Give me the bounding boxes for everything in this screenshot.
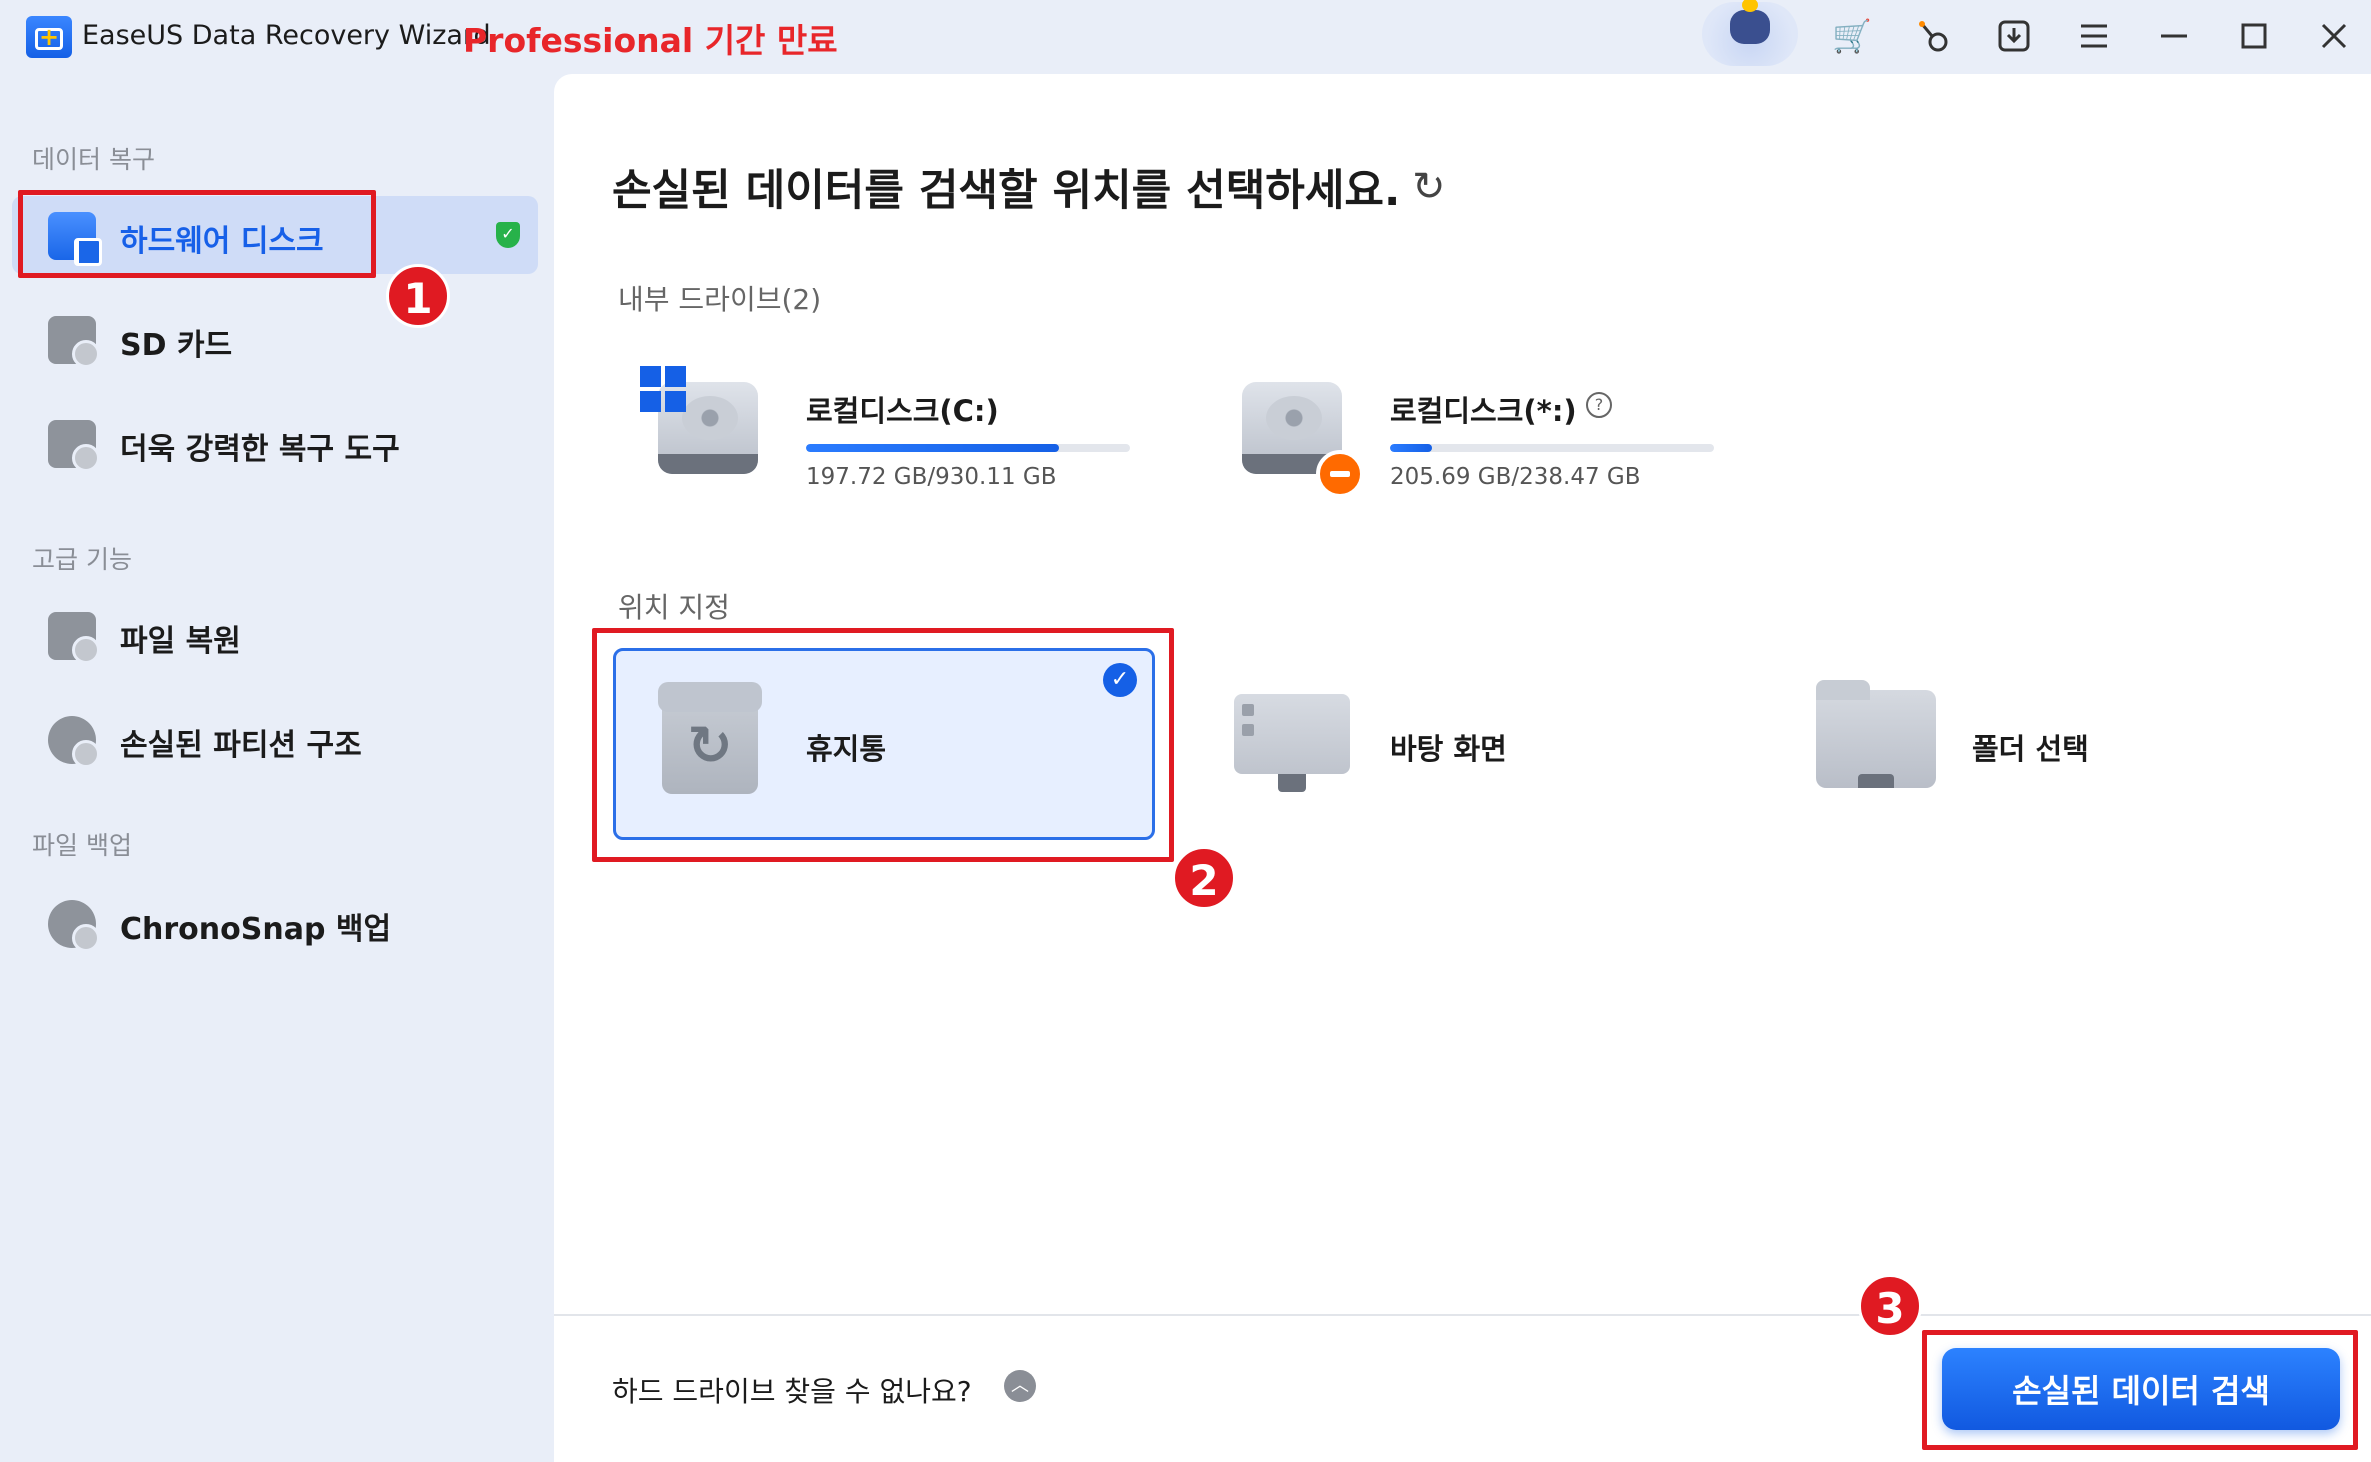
- license-status[interactable]: Professional 기간 만료: [463, 14, 838, 62]
- sidebar-item-label: 파일 복원: [120, 624, 241, 659]
- app-logo-icon: [26, 16, 72, 58]
- location-label-folder: 폴더 선택: [1972, 732, 2089, 766]
- shield-check-icon: [496, 222, 520, 248]
- sidebar-item-advanced-tools[interactable]: 더욱 강력한 복구 도구: [12, 404, 538, 482]
- sidebar-item-lost-partition[interactable]: 손실된 파티션 구조: [12, 700, 538, 778]
- section-label-backup: 파일 백업: [32, 831, 132, 860]
- cart-icon[interactable]: 🛒: [1826, 10, 1878, 62]
- minimize-icon[interactable]: [2148, 10, 2200, 62]
- no-drive-link[interactable]: 하드 드라이브 찾을 수 없나요?: [612, 1370, 972, 1410]
- footer-divider: [554, 1314, 2371, 1316]
- sidebar-item-chronosnap[interactable]: ChronoSnap 백업: [12, 884, 538, 962]
- sidebar-item-sd-card[interactable]: SD 카드: [12, 300, 538, 378]
- sidebar-item-label: ChronoSnap 백업: [120, 912, 392, 947]
- toolbox-icon: [48, 420, 100, 472]
- sidebar-item-file-restore[interactable]: 파일 복원: [12, 596, 538, 674]
- annotation-badge-3: 3: [1858, 1274, 1922, 1338]
- annotation-badge-2: 2: [1172, 846, 1236, 910]
- drive-name: 로컬디스크(*:): [1390, 394, 1577, 428]
- sidebar-item-label: 손실된 파티션 구조: [120, 728, 362, 763]
- folder-icon: [1816, 680, 1936, 788]
- section-label-recovery: 데이터 복구: [32, 145, 155, 174]
- drive-usage-bar: [806, 444, 1130, 452]
- refresh-icon[interactable]: ↻: [1412, 164, 1446, 210]
- drive-usage-fill: [1390, 444, 1433, 452]
- help-icon[interactable]: ?: [1586, 392, 1612, 418]
- download-icon[interactable]: [1988, 10, 2040, 62]
- backup-icon: [48, 900, 100, 952]
- windows-logo-icon: [640, 366, 686, 412]
- drive-usage-bar: [1390, 444, 1714, 452]
- drive-size: 197.72 GB/930.11 GB: [806, 464, 1057, 490]
- folder-restore-icon: [48, 612, 100, 664]
- annotation-box-2: [592, 628, 1174, 862]
- annotation-box-1: [18, 190, 376, 278]
- drive-card-unknown[interactable]: 로컬디스크(*:) 205.69 GB/238.47 GB: [1194, 340, 1734, 500]
- drive-card-c[interactable]: 로컬디스크(C:) 197.72 GB/930.11 GB: [610, 340, 1150, 500]
- app-name: EaseUS Data Recovery Wizard: [82, 20, 491, 51]
- drive-size: 205.69 GB/238.47 GB: [1390, 464, 1641, 490]
- warning-minus-icon: [1316, 450, 1364, 498]
- maximize-icon[interactable]: [2228, 10, 2280, 62]
- section-label-advanced: 고급 기능: [32, 545, 132, 574]
- drive-name: 로컬디스크(C:): [806, 394, 999, 428]
- desktop-monitor-icon: [1234, 694, 1350, 792]
- close-icon[interactable]: [2308, 10, 2360, 62]
- partition-icon: [48, 716, 100, 768]
- chevron-up-icon[interactable]: ︿: [1004, 1370, 1036, 1402]
- page-title: 손실된 데이터를 검색할 위치를 선택하세요.: [612, 166, 1401, 216]
- assistant-robot-icon[interactable]: [1702, 0, 1798, 66]
- sidebar-item-label: 더욱 강력한 복구 도구: [120, 432, 400, 467]
- location-label-desktop: 바탕 화면: [1390, 732, 1507, 766]
- annotation-badge-1: 1: [386, 264, 450, 328]
- sd-card-icon: [48, 316, 100, 368]
- internal-drives-label: 내부 드라이브(2): [618, 283, 822, 316]
- annotation-box-3: [1922, 1330, 2358, 1450]
- location-label: 위치 지정: [618, 591, 730, 624]
- menu-icon[interactable]: [2068, 10, 2120, 62]
- key-icon[interactable]: [1906, 10, 1958, 62]
- drive-usage-fill: [806, 444, 1059, 452]
- sidebar-item-label: SD 카드: [120, 328, 233, 363]
